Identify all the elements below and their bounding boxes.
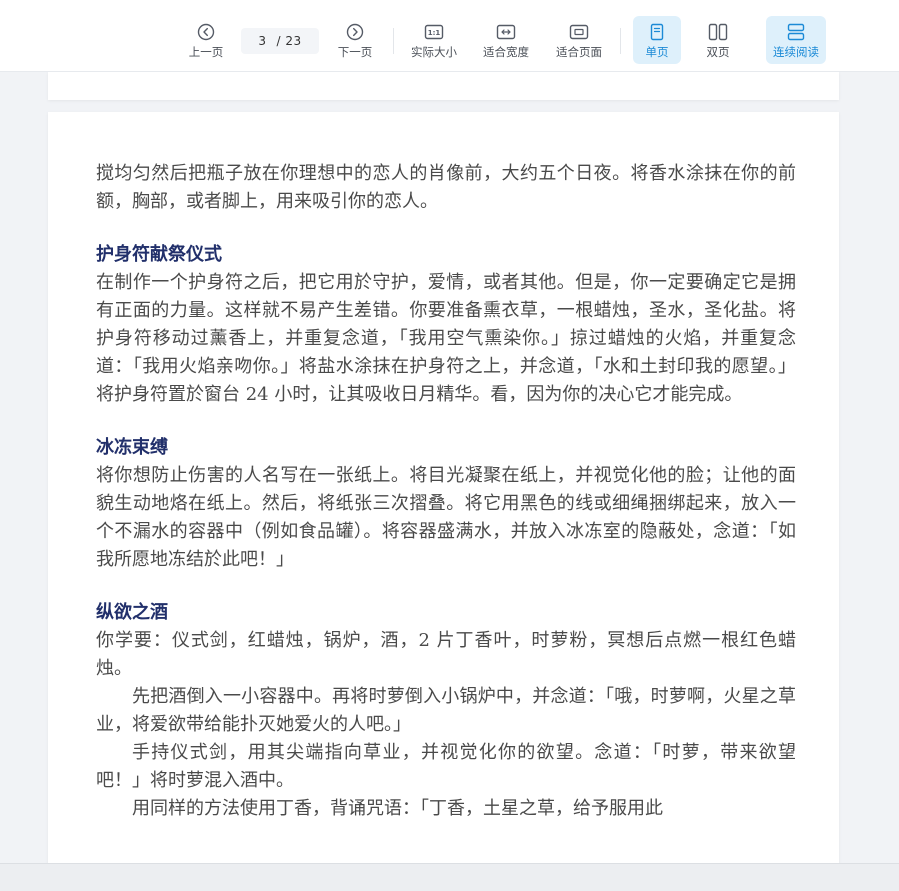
double-page-button[interactable]: 双页	[694, 16, 742, 64]
section-heading: 纵欲之酒	[96, 602, 168, 623]
next-page-button[interactable]: 下一页	[333, 16, 377, 64]
actual-size-icon: 1:1	[424, 23, 444, 41]
prev-page-button[interactable]: 上一页	[184, 16, 228, 64]
fit-width-button[interactable]: 适合宽度	[478, 16, 534, 64]
page-content: 搅均匀然后把瓶子放在你理想中的恋人的肖像前，大约五个日夜。将香水涂抹在你的前额，…	[96, 160, 796, 823]
single-page-label: 单页	[645, 45, 669, 59]
paragraph: 你学要：仪式剑，红蜡烛，锅炉，酒，2 片丁香叶，时萝粉，冥想后点燃一根红色蜡烛。	[96, 630, 796, 679]
document-page: 搅均匀然后把瓶子放在你理想中的恋人的肖像前，大约五个日夜。将香水涂抹在你的前额，…	[48, 112, 839, 891]
chevron-right-circle-icon	[346, 23, 364, 41]
total-pages: / 23	[276, 34, 302, 48]
actual-size-label: 实际大小	[411, 45, 457, 59]
double-page-label: 双页	[706, 45, 730, 59]
fit-page-label: 适合页面	[556, 45, 602, 59]
prev-page-label: 上一页	[188, 45, 224, 59]
section-heading: 冰冻束缚	[96, 437, 168, 458]
fit-width-icon	[496, 23, 516, 41]
bottom-status-bar	[0, 863, 899, 891]
paragraph: 将你想防止伤害的人名写在一张纸上。将目光凝聚在纸上，并视觉化他的脸；让他的面貌生…	[96, 465, 796, 570]
continuous-reading-button[interactable]: 连续阅读	[766, 16, 826, 64]
single-page-icon	[648, 23, 666, 41]
next-page-label: 下一页	[337, 45, 373, 59]
current-page-number[interactable]: 3	[258, 34, 266, 48]
toolbar-divider	[393, 28, 394, 54]
paragraph: 先把酒倒入一小容器中。再将时萝倒入小锅炉中，并念道：「哦，时萝啊，火星之草业，将…	[96, 686, 796, 735]
continuous-reading-icon	[786, 23, 806, 41]
section-heading: 护身符献祭仪式	[96, 244, 222, 265]
fit-width-label: 适合宽度	[483, 45, 529, 59]
fit-page-icon	[569, 23, 589, 41]
paragraph: 手持仪式剑，用其尖端指向草业，并视觉化你的欲望。念道：「时萝，带来欲望吧！」将时…	[96, 742, 796, 791]
fit-page-button[interactable]: 适合页面	[551, 16, 607, 64]
single-page-button[interactable]: 单页	[633, 16, 681, 64]
page-number-field[interactable]: 3 / 23	[241, 28, 319, 54]
toolbar-divider	[620, 28, 621, 54]
actual-size-button[interactable]: 1:1 实际大小	[406, 16, 462, 64]
double-page-icon	[708, 23, 728, 41]
previous-page-bottom	[48, 72, 839, 100]
paragraph: 用同样的方法使用丁香，背诵咒语：「丁香，土星之草，给予服用此	[132, 798, 663, 819]
reader-toolbar: 上一页 3 / 23 下一页 1:1 实际大小 适合宽度 适合页面 单页 双页 …	[0, 0, 899, 72]
actual-size-icon-text: 1:1	[428, 29, 441, 37]
paragraph: 在制作一个护身符之后，把它用於守护，爱情，或者其他。但是，你一定要确定它是拥有正…	[96, 272, 796, 405]
chevron-left-circle-icon	[197, 23, 215, 41]
continuous-reading-label: 连续阅读	[773, 45, 819, 59]
paragraph: 搅均匀然后把瓶子放在你理想中的恋人的肖像前，大约五个日夜。将香水涂抹在你的前额，…	[96, 163, 796, 212]
